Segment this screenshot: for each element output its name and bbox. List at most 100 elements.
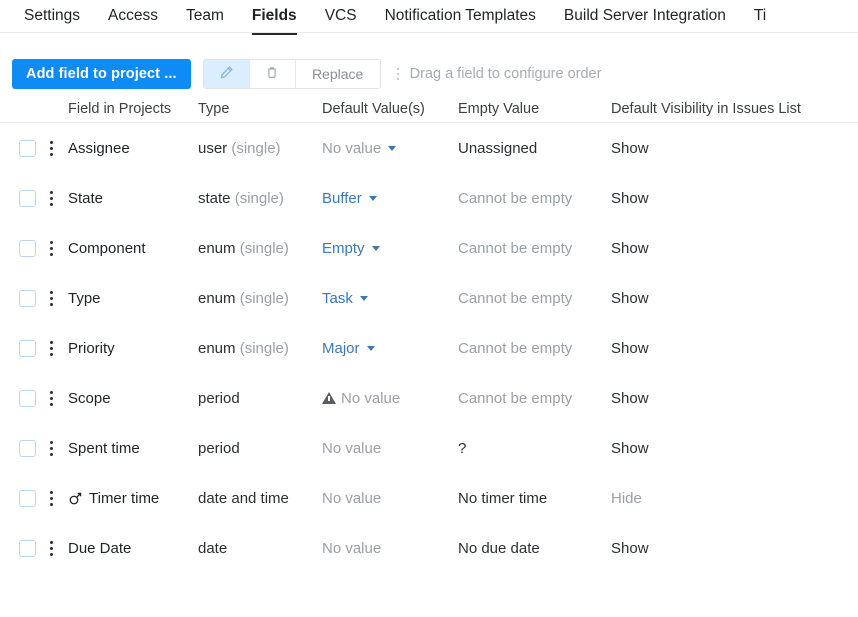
default-value-label: No value xyxy=(341,389,401,407)
default-value-cell[interactable]: No value xyxy=(322,440,458,457)
default-value-cell[interactable]: Buffer xyxy=(322,190,458,207)
table-header-row: Field in Projects Type Default Value(s) … xyxy=(0,95,858,123)
chevron-down-icon[interactable] xyxy=(359,295,368,301)
default-value-cell[interactable]: Empty xyxy=(322,240,458,257)
row-checkbox[interactable] xyxy=(19,189,36,207)
row-select-cell xyxy=(0,489,36,507)
drag-handle-icon[interactable] xyxy=(50,438,54,459)
trash-icon xyxy=(265,65,279,83)
default-value-cell[interactable]: No value xyxy=(322,140,458,157)
drag-handle-icon xyxy=(396,65,401,83)
drag-order-hint-label: Drag a field to configure order xyxy=(409,66,602,82)
field-type-cell: enum (single) xyxy=(198,340,322,357)
row-checkbox[interactable] xyxy=(19,489,36,507)
chevron-down-icon[interactable] xyxy=(371,245,380,251)
tab-vcs[interactable]: VCS xyxy=(311,0,371,28)
table-row[interactable]: Component enum (single) Empty Cannot be emp… xyxy=(0,223,858,273)
row-select-cell xyxy=(0,339,36,357)
field-name-label: Timer time xyxy=(89,489,160,507)
default-visibility-cell[interactable]: Show xyxy=(611,440,858,457)
tab-team[interactable]: Team xyxy=(172,0,238,28)
field-type-cardinality: (single) xyxy=(231,139,281,157)
tab-notification-templates[interactable]: Notification Templates xyxy=(371,0,550,28)
header-type: Type xyxy=(198,101,230,117)
table-row[interactable]: Priority enum (single) Major Cannot be empt… xyxy=(0,323,858,373)
default-visibility-cell[interactable]: Show xyxy=(611,540,858,557)
default-value-cell[interactable]: Task xyxy=(322,290,458,307)
drag-handle-icon[interactable] xyxy=(50,288,54,309)
project-fields-table: Field in Projects Type Default Value(s) … xyxy=(0,95,858,573)
drag-handle-icon[interactable] xyxy=(50,138,54,159)
field-type-main: date and time xyxy=(198,489,289,507)
drag-handle-icon[interactable] xyxy=(50,188,54,209)
chevron-down-icon[interactable] xyxy=(388,145,397,151)
row-grip-cell xyxy=(36,338,68,359)
default-value-cell[interactable]: Major xyxy=(322,340,458,357)
table-row[interactable]: Spent time period No value? Show xyxy=(0,423,858,473)
row-checkbox[interactable] xyxy=(19,439,36,457)
table-row[interactable]: Scope period No value Cannot be empty Show xyxy=(0,373,858,423)
drag-handle-icon[interactable] xyxy=(50,488,54,509)
header-empty-value: Empty Value xyxy=(458,101,540,117)
row-checkbox[interactable] xyxy=(19,139,36,157)
default-visibility-cell[interactable]: Show xyxy=(611,340,858,357)
add-field-to-project-button[interactable]: Add field to project ... xyxy=(12,59,191,89)
table-row[interactable]: Due Date date No value No due date Show xyxy=(0,523,858,573)
empty-value-cell[interactable]: Cannot be empty xyxy=(458,190,611,207)
empty-value-cell[interactable]: Unassigned xyxy=(458,140,611,157)
row-grip-cell xyxy=(36,438,68,459)
header-field-in-projects: Field in Projects xyxy=(68,101,172,117)
default-value-cell[interactable]: No value xyxy=(322,490,458,507)
row-select-cell xyxy=(0,189,36,207)
empty-value-cell[interactable]: Cannot be empty xyxy=(458,240,611,257)
default-visibility-cell[interactable]: Show xyxy=(611,390,858,407)
chevron-down-icon[interactable] xyxy=(368,195,377,201)
delete-field-button[interactable] xyxy=(249,60,296,88)
tab-access[interactable]: Access xyxy=(94,0,172,28)
empty-value-cell[interactable]: Cannot be empty xyxy=(458,290,611,307)
drag-handle-icon[interactable] xyxy=(50,388,54,409)
drag-handle-icon[interactable] xyxy=(50,338,54,359)
tab-settings[interactable]: Settings xyxy=(10,0,94,28)
table-row[interactable]: Timer time date and time No value No timer … xyxy=(0,473,858,523)
default-visibility-cell[interactable]: Show xyxy=(611,190,858,207)
chevron-down-icon[interactable] xyxy=(366,345,375,351)
row-select-cell xyxy=(0,439,36,457)
empty-value-cell[interactable]: No due date xyxy=(458,540,611,557)
table-row[interactable]: Assignee user (single) No value Unassigned S… xyxy=(0,123,858,173)
tab-build-server-integration[interactable]: Build Server Integration xyxy=(550,0,740,28)
tab-fields[interactable]: Fields xyxy=(238,0,311,35)
default-value-label: No value xyxy=(322,539,382,557)
empty-value-cell[interactable]: No timer time xyxy=(458,490,611,507)
tab-ti[interactable]: Ti xyxy=(740,0,780,28)
field-type-main: enum xyxy=(198,339,236,357)
row-checkbox[interactable] xyxy=(19,339,36,357)
table-row[interactable]: Type enum (single) Task Cannot be empty Show xyxy=(0,273,858,323)
table-row[interactable]: State state (single) Buffer Cannot be empty… xyxy=(0,173,858,223)
default-visibility-cell[interactable]: Show xyxy=(611,240,858,257)
row-checkbox[interactable] xyxy=(19,239,36,257)
empty-value-cell[interactable]: ? xyxy=(458,440,611,457)
warning-icon xyxy=(322,392,336,404)
empty-value-cell[interactable]: Cannot be empty xyxy=(458,340,611,357)
default-visibility-cell[interactable]: Show xyxy=(611,140,858,157)
default-value-label: No value xyxy=(322,489,382,507)
field-name-label: Priority xyxy=(68,339,115,357)
default-visibility-cell[interactable]: Show xyxy=(611,290,858,307)
row-checkbox[interactable] xyxy=(19,289,36,307)
empty-value-cell[interactable]: Cannot be empty xyxy=(458,390,611,407)
field-name-cell: State xyxy=(68,190,198,207)
row-grip-cell xyxy=(36,538,68,559)
default-value-cell[interactable]: No value xyxy=(322,390,458,407)
default-value-cell[interactable]: No value xyxy=(322,540,458,557)
field-type-main: state xyxy=(198,189,231,207)
row-checkbox[interactable] xyxy=(19,539,36,557)
edit-field-button[interactable] xyxy=(203,60,250,88)
replace-field-button[interactable]: Replace xyxy=(295,60,380,88)
drag-handle-icon[interactable] xyxy=(50,538,54,559)
field-type-cardinality: (single) xyxy=(234,189,284,207)
row-checkbox[interactable] xyxy=(19,389,36,407)
drag-handle-icon[interactable] xyxy=(50,238,54,259)
field-name-cell: Spent time xyxy=(68,440,198,457)
default-visibility-cell[interactable]: Hide xyxy=(611,490,858,507)
